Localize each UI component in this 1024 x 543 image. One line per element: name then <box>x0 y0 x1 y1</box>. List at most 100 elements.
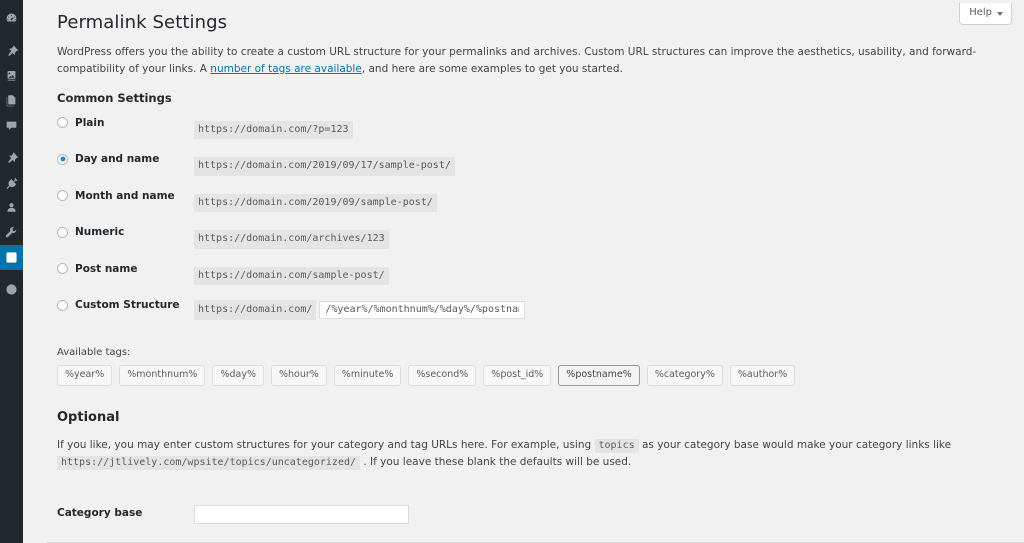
permalink-option-example-cell: https://domain.com/?p=123 <box>194 117 994 154</box>
permalink-option-example-cell: https://domain.com/2019/09/sample-post/ <box>194 190 994 227</box>
permalink-option-row: Day and name https://domain.com/2019/09/1… <box>57 153 994 190</box>
permalink-option-label-cell: Numeric <box>57 226 194 263</box>
optional-field-cell <box>194 493 409 533</box>
permalink-option-0[interactable]: Plain <box>57 117 194 129</box>
sidebar-item-posts[interactable] <box>0 38 23 63</box>
sidebar-item-dashboard[interactable] <box>0 6 23 31</box>
permalink-option-label: Numeric <box>75 226 125 239</box>
permalink-option-label-cell: Month and name <box>57 190 194 227</box>
permalink-example-url: https://domain.com/sample-post/ <box>194 266 389 286</box>
media-icon <box>5 69 18 82</box>
radio-button[interactable] <box>57 299 68 311</box>
sidebar-item-collapse-menu[interactable] <box>0 277 23 302</box>
custom-structure-input-cell: https://domain.com/ <box>194 299 994 336</box>
permalink-option-label-cell: Plain <box>57 117 194 154</box>
tag-button[interactable]: %day% <box>212 364 264 387</box>
sidebar-separator-3 <box>0 270 23 277</box>
permalink-structure-table: Plain https://domain.com/?p=123 Day and na… <box>57 117 994 336</box>
wordpress-admin-screen: Help Permalink Settings WordPress offers… <box>0 0 1024 543</box>
custom-structure-label: Custom Structure <box>75 299 180 312</box>
sidebar-item-settings[interactable] <box>0 245 23 270</box>
sidebar-item-users[interactable] <box>0 195 23 220</box>
permalink-example-url: https://domain.com/?p=123 <box>194 120 353 140</box>
permalink-option-label: Month and name <box>75 189 175 202</box>
permalink-example-url: https://domain.com/2019/09/17/sample-pos… <box>194 157 455 176</box>
sidebar-item-media[interactable] <box>0 63 23 88</box>
permalink-option-row: Post name https://domain.com/sample-post/ <box>57 263 994 300</box>
settings-sliders-icon <box>5 251 18 264</box>
permalink-option-label-cell: Post name <box>57 263 194 300</box>
category-base-example-code: topics <box>594 439 639 454</box>
main-content-area: Help Permalink Settings WordPress offers… <box>23 0 1024 543</box>
permalink-example-url: https://domain.com/archives/123 <box>194 230 389 249</box>
custom-structure-input[interactable] <box>319 300 526 319</box>
tag-button[interactable]: %category% <box>646 364 723 387</box>
sidebar-item-pages[interactable] <box>0 88 23 113</box>
common-settings-heading: Common Settings <box>57 90 172 105</box>
radio-button[interactable] <box>57 263 68 275</box>
tag-button[interactable]: %second% <box>408 364 477 387</box>
optional-text-part-1: If you like, you may enter custom struct… <box>57 439 595 452</box>
available-tags-link[interactable]: number of tags are available <box>210 63 362 75</box>
admin-sidebar <box>0 0 23 543</box>
permalink-option-3[interactable]: Numeric <box>57 226 194 238</box>
chevron-down-icon <box>997 11 1003 16</box>
available-tags-section: Available tags: %year% %monthnum% %day% %ho… <box>57 340 994 387</box>
permalink-option-1[interactable]: Day and name <box>57 153 194 165</box>
wrench-icon <box>5 226 18 239</box>
permalink-option-row: Numeric https://domain.com/archives/123 <box>57 226 994 263</box>
sidebar-separator-2 <box>0 138 23 145</box>
collapse-icon <box>5 283 18 296</box>
custom-structure-url-prefix: https://domain.com/ <box>194 299 317 321</box>
optional-field-label: Category base <box>57 507 143 520</box>
permalink-option-label-cell: Day and name <box>57 153 194 190</box>
optional-text-part-3: . If you leave these blank the defaults … <box>360 456 632 469</box>
permalink-option-row: Plain https://domain.com/?p=123 <box>57 117 994 154</box>
tag-button[interactable]: %minute% <box>333 364 402 387</box>
permalink-option-label: Post name <box>75 262 138 275</box>
help-tab-button[interactable]: Help <box>959 3 1012 25</box>
intro-paragraph: WordPress offers you the ability to crea… <box>57 44 994 77</box>
permalink-option-example-cell: https://domain.com/2019/09/17/sample-pos… <box>194 153 994 190</box>
tag-button[interactable]: %postname% <box>558 364 640 387</box>
permalink-option-example-cell: https://domain.com/sample-post/ <box>194 263 994 300</box>
comment-icon <box>5 119 18 132</box>
tag-button[interactable]: %year% <box>57 364 113 387</box>
radio-button[interactable] <box>57 153 68 165</box>
radio-button[interactable] <box>57 226 68 238</box>
category-link-example-code: https://jtlively.com/wpsite/topics/uncat… <box>57 456 361 471</box>
screen-meta-links: Help <box>959 0 1012 25</box>
tag-button[interactable]: %hour% <box>270 364 327 387</box>
permalink-option-custom-structure[interactable]: Custom Structure <box>57 299 194 311</box>
user-icon <box>5 201 18 214</box>
tag-button[interactable]: %post_id% <box>483 364 552 387</box>
sidebar-item-appearance[interactable] <box>0 145 23 170</box>
tag-button[interactable]: %monthnum% <box>119 364 206 387</box>
radio-button[interactable] <box>57 117 68 129</box>
permalink-option-label: Plain <box>75 116 105 129</box>
optional-description: If you like, you may enter custom struct… <box>57 437 994 471</box>
sidebar-item-comments[interactable] <box>0 113 23 138</box>
paintbrush-icon <box>5 151 18 164</box>
sidebar-separator-1 <box>0 31 23 38</box>
category-base-input[interactable] <box>194 505 409 525</box>
permalink-example-url: https://domain.com/2019/09/sample-post/ <box>194 193 437 213</box>
help-tab-label: Help <box>969 7 992 18</box>
permalink-option-row: Month and name https://domain.com/2019/09… <box>57 190 994 227</box>
optional-form-table: Category baseTag base <box>57 493 409 543</box>
pin-icon <box>5 44 18 57</box>
settings-wrap: Permalink Settings WordPress offers you … <box>23 0 1024 543</box>
dashboard-icon <box>5 12 18 25</box>
radio-button[interactable] <box>57 190 68 202</box>
optional-text-part-2: as your category base would make your ca… <box>638 439 952 452</box>
sidebar-item-plugins[interactable] <box>0 170 23 195</box>
tag-button-group: %year% %monthnum% %day% %hour% %minute% %seco… <box>57 364 994 387</box>
plug-icon <box>5 176 18 189</box>
pages-icon <box>5 94 18 107</box>
tag-button[interactable]: %author% <box>729 364 796 387</box>
permalink-option-2[interactable]: Month and name <box>57 190 194 202</box>
permalink-option-4[interactable]: Post name <box>57 263 194 275</box>
optional-field-row: Category base <box>57 493 409 533</box>
sidebar-item-tools[interactable] <box>0 220 23 245</box>
custom-structure-row: Custom Structure https://domain.com/ <box>57 299 994 336</box>
